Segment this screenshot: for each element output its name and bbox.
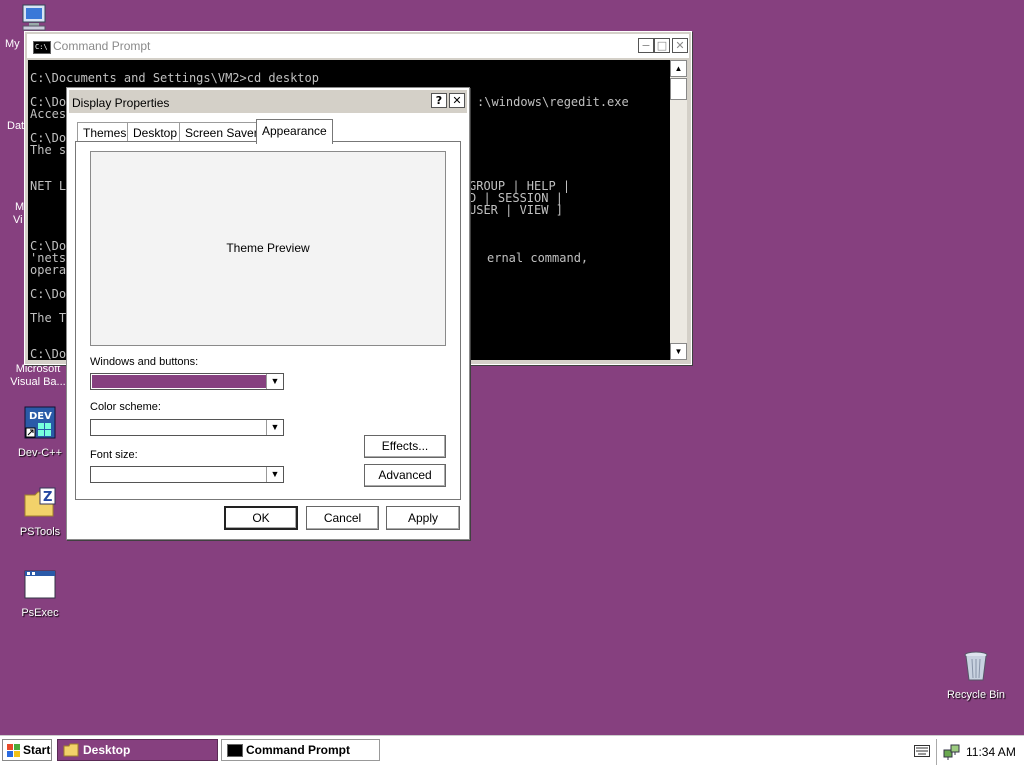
desktop-icon-label: Microsoft Visual Ba... bbox=[10, 363, 66, 388]
console-line: ernal command, bbox=[487, 251, 589, 265]
scroll-up-button[interactable]: ▲ bbox=[670, 60, 687, 77]
cmd-titlebar[interactable]: C:\ Command Prompt − □ ✕ bbox=[27, 34, 689, 58]
taskbar-item-command-prompt[interactable]: Command Prompt bbox=[221, 739, 380, 761]
desktop-label-vi: Vi bbox=[13, 214, 23, 226]
scroll-thumb[interactable] bbox=[670, 78, 687, 100]
cmd-scrollbar[interactable]: ▲ ▼ bbox=[670, 60, 687, 360]
cancel-button[interactable]: Cancel bbox=[306, 506, 379, 530]
desktop-icon-recycle-bin[interactable]: Recycle Bin bbox=[936, 650, 1016, 702]
tab-appearance[interactable]: Appearance bbox=[256, 119, 333, 144]
console-line: NET L bbox=[30, 179, 67, 193]
cmd-icon bbox=[227, 744, 243, 757]
network-icon[interactable] bbox=[943, 743, 961, 761]
tab-themes[interactable]: Themes bbox=[77, 122, 133, 143]
taskbar: Start Desktop Command Prompt 11:34 AM bbox=[0, 735, 1024, 769]
windows-buttons-label: Windows and buttons: bbox=[90, 356, 199, 368]
recycle-bin-icon bbox=[964, 651, 988, 681]
ok-button[interactable]: OK bbox=[224, 506, 298, 530]
console-line: opera bbox=[30, 263, 67, 277]
console-line: :\windows\regedit.exe bbox=[477, 95, 629, 109]
color-scheme-select[interactable]: ▼ bbox=[90, 419, 284, 436]
windows-logo-icon bbox=[7, 744, 20, 757]
dialog-title: Display Properties bbox=[72, 96, 170, 110]
console-line: C:\Do bbox=[30, 287, 67, 301]
keyboard-icon[interactable] bbox=[914, 745, 930, 757]
chevron-down-icon[interactable]: ▼ bbox=[266, 374, 283, 389]
minimize-button[interactable]: − bbox=[638, 38, 654, 53]
console-line: USER | VIEW ] bbox=[469, 203, 563, 217]
taskbar-item-label: Desktop bbox=[83, 743, 131, 757]
desktop-icon-psexec[interactable]: PsExec bbox=[0, 570, 80, 620]
tab-desktop[interactable]: Desktop bbox=[127, 122, 184, 143]
computer-icon bbox=[22, 4, 46, 31]
desktop-label-my-computer: My bbox=[5, 38, 20, 50]
advanced-button[interactable]: Advanced bbox=[364, 464, 446, 487]
font-size-select[interactable]: ▼ bbox=[90, 466, 284, 483]
dialog-titlebar[interactable]: Display Properties ? ✕ bbox=[69, 90, 467, 113]
chevron-down-icon[interactable]: ▼ bbox=[266, 420, 283, 435]
desktop-label-data: Dat bbox=[7, 120, 25, 132]
console-line: The s bbox=[30, 143, 67, 157]
effects-button[interactable]: Effects... bbox=[364, 435, 446, 458]
theme-preview: Theme Preview bbox=[90, 151, 446, 346]
system-tray: 11:34 AM bbox=[936, 739, 1023, 765]
folder-zip-icon: Z bbox=[24, 487, 56, 517]
desktop-icon-label: Recycle Bin bbox=[946, 689, 1006, 701]
font-size-label: Font size: bbox=[90, 449, 138, 461]
desktop-icon-label: PsExec bbox=[21, 607, 59, 619]
clock: 11:34 AM bbox=[966, 745, 1016, 759]
cmd-title: Command Prompt bbox=[53, 39, 151, 53]
taskbar-item-label: Command Prompt bbox=[246, 743, 351, 757]
start-label: Start bbox=[23, 743, 51, 757]
desktop-label-m: M bbox=[15, 201, 25, 213]
selected-style-swatch bbox=[92, 375, 266, 388]
chevron-down-icon[interactable]: ▼ bbox=[266, 467, 283, 482]
cmd-icon: C:\ bbox=[33, 41, 51, 54]
color-scheme-label: Color scheme: bbox=[90, 401, 161, 413]
maximize-button[interactable]: □ bbox=[654, 38, 670, 53]
console-line: C:\Documents and Settings\VM2>cd desktop bbox=[30, 71, 319, 85]
svg-text:Z: Z bbox=[43, 490, 52, 505]
app-window-icon bbox=[24, 570, 56, 599]
console-line: The T bbox=[30, 311, 67, 325]
folder-icon bbox=[63, 743, 79, 757]
console-line: Acces bbox=[30, 107, 67, 121]
dialog-close-button[interactable]: ✕ bbox=[449, 93, 465, 108]
console-line: C:\Do bbox=[30, 347, 67, 360]
devcpp-icon: DEV bbox=[24, 406, 56, 439]
help-button[interactable]: ? bbox=[431, 93, 447, 108]
taskbar-item-desktop[interactable]: Desktop bbox=[57, 739, 218, 761]
apply-button[interactable]: Apply bbox=[386, 506, 460, 530]
close-button[interactable]: ✕ bbox=[672, 38, 688, 53]
windows-buttons-select[interactable]: ▼ bbox=[90, 373, 284, 390]
tab-screen-saver[interactable]: Screen Saver bbox=[179, 122, 264, 143]
scroll-down-button[interactable]: ▼ bbox=[670, 343, 687, 360]
svg-text:DEV: DEV bbox=[29, 411, 52, 422]
start-button[interactable]: Start bbox=[2, 739, 52, 761]
